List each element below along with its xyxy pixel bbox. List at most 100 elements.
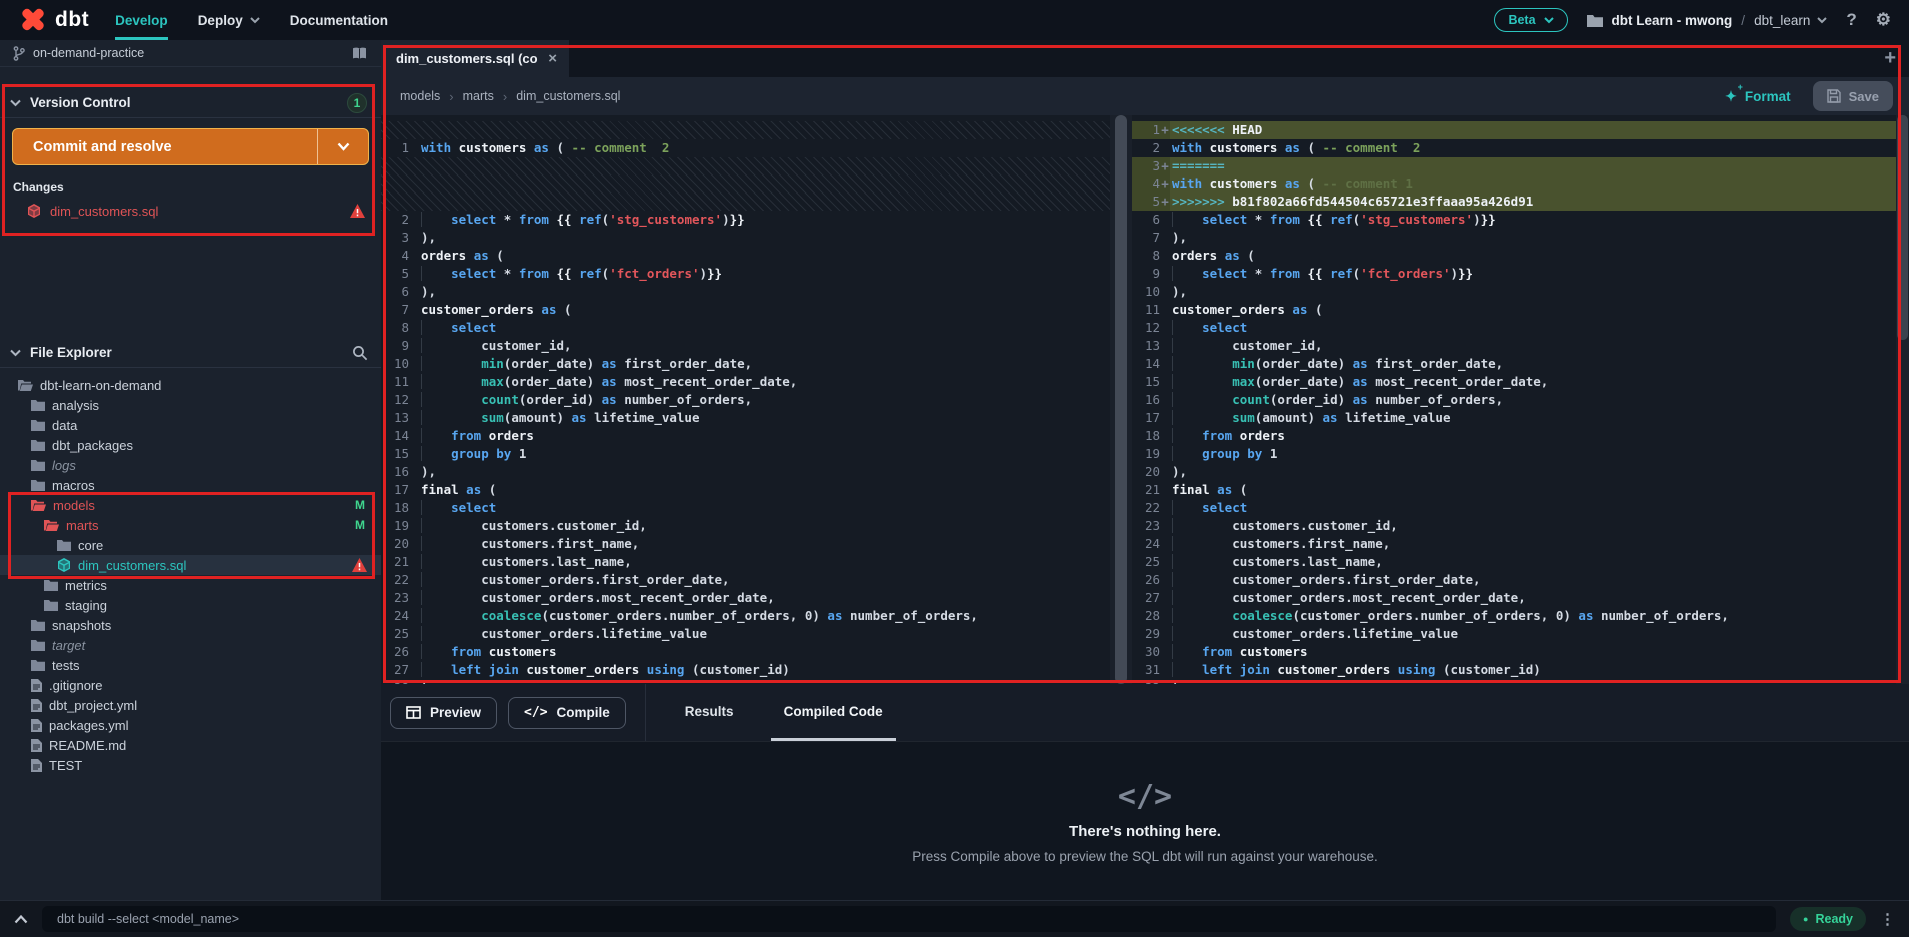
code-line[interactable]: 24 coalesce(customer_orders.number_of_or…: [381, 607, 1110, 625]
code-line[interactable]: 19 group by 1: [1132, 445, 1896, 463]
code-line[interactable]: 4 orders as (: [381, 247, 1110, 265]
code-line[interactable]: 16 count(order_id) as number_of_orders,: [1132, 391, 1896, 409]
code-line[interactable]: 11 customer_orders as (: [1132, 301, 1896, 319]
code-line[interactable]: 2 with customers as ( -- comment 2: [1132, 139, 1896, 157]
code-line[interactable]: 1 + <<<<<<< HEAD: [1132, 121, 1896, 139]
code-line[interactable]: 11 max(order_date) as most_recent_order_…: [381, 373, 1110, 391]
code-spacer[interactable]: [381, 193, 1110, 211]
code-line[interactable]: 14 from orders: [381, 427, 1110, 445]
tree-item-TEST[interactable]: TEST: [0, 755, 381, 775]
tree-item-marts[interactable]: marts M: [0, 515, 381, 535]
tree-item-staging[interactable]: staging: [0, 595, 381, 615]
tree-item-packages.yml[interactable]: packages.yml: [0, 715, 381, 735]
tree-item-tests[interactable]: tests: [0, 655, 381, 675]
docs-book-icon[interactable]: [351, 47, 368, 60]
tree-item-dbt_packages[interactable]: dbt_packages: [0, 435, 381, 455]
close-icon[interactable]: ×: [548, 50, 557, 67]
code-line[interactable]: 9 select * from {{ ref('fct_orders')}}: [1132, 265, 1896, 283]
code-line[interactable]: 28 coalesce(customer_orders.number_of_or…: [1132, 607, 1896, 625]
beta-dropdown[interactable]: Beta: [1494, 8, 1568, 32]
code-line[interactable]: 3 + =======: [1132, 157, 1896, 175]
preview-button[interactable]: Preview: [390, 696, 498, 729]
code-line[interactable]: 13 customer_id,: [1132, 337, 1896, 355]
commit-options-chevron[interactable]: [318, 129, 368, 164]
code-line[interactable]: 27 customer_orders.most_recent_order_dat…: [1132, 589, 1896, 607]
version-control-header[interactable]: Version Control 1: [0, 88, 381, 118]
save-button[interactable]: Save: [1812, 81, 1893, 111]
code-line[interactable]: 28): [381, 679, 1110, 684]
code-line[interactable]: 4 + with customers as ( -- comment 1: [1132, 175, 1896, 193]
tree-item-macros[interactable]: macros: [0, 475, 381, 495]
ready-status-badge[interactable]: ● Ready: [1790, 907, 1866, 931]
code-line[interactable]: 21 customers.last_name,: [381, 553, 1110, 571]
code-line[interactable]: 27 left join customer_orders using (cust…: [381, 661, 1110, 679]
code-line[interactable]: 3),: [381, 229, 1110, 247]
nav-item-develop[interactable]: Develop: [115, 0, 168, 40]
editor-vertical-scrollbar[interactable]: [1896, 115, 1909, 684]
branch-row[interactable]: on-demand-practice: [0, 40, 381, 67]
code-line[interactable]: 29 customer_orders.lifetime_value: [1132, 625, 1896, 643]
code-line[interactable]: 6),: [381, 283, 1110, 301]
code-line[interactable]: 19 customers.customer_id,: [381, 517, 1110, 535]
editor-tab-dim-customers[interactable]: dim_customers.sql (confli... ×: [381, 40, 569, 77]
format-button[interactable]: ✦ Format: [1725, 82, 1791, 105]
nav-item-documentation[interactable]: Documentation: [290, 0, 388, 40]
code-line[interactable]: 2 select * from {{ ref('stg_customers')}…: [381, 211, 1110, 229]
code-line[interactable]: 13 sum(amount) as lifetime_value: [381, 409, 1110, 427]
code-line[interactable]: 26 customer_orders.first_order_date,: [1132, 571, 1896, 589]
breadcrumb-item[interactable]: dim_customers.sql: [516, 89, 620, 103]
code-line[interactable]: 26 from customers: [381, 643, 1110, 661]
code-line[interactable]: 23 customer_orders.most_recent_order_dat…: [381, 589, 1110, 607]
code-line[interactable]: 17 final as (: [381, 481, 1110, 499]
tree-item-README.md[interactable]: README.md: [0, 735, 381, 755]
code-line[interactable]: 12 count(order_id) as number_of_orders,: [381, 391, 1110, 409]
code-line[interactable]: 30 from customers: [1132, 643, 1896, 661]
code-line[interactable]: 18 from orders: [1132, 427, 1896, 445]
code-line[interactable]: 12 select: [1132, 319, 1896, 337]
environment-selector[interactable]: dbt_learn: [1754, 13, 1828, 28]
code-line[interactable]: 7 customer_orders as (: [381, 301, 1110, 319]
code-line[interactable]: 6 select * from {{ ref('stg_customers')}…: [1132, 211, 1896, 229]
code-line[interactable]: 14 min(order_date) as first_order_date,: [1132, 355, 1896, 373]
help-icon[interactable]: ?: [1846, 10, 1856, 30]
code-line[interactable]: 24 customers.first_name,: [1132, 535, 1896, 553]
commit-and-resolve-button[interactable]: Commit and resolve: [12, 128, 369, 165]
scrollbar-handle[interactable]: [1115, 115, 1127, 684]
tree-item-core[interactable]: core: [0, 535, 381, 555]
tree-item-data[interactable]: data: [0, 415, 381, 435]
scrollbar-handle[interactable]: [1897, 115, 1908, 340]
chevron-up-icon[interactable]: [14, 914, 28, 924]
code-line[interactable]: 5 select * from {{ ref('fct_orders')}}: [381, 265, 1110, 283]
new-tab-plus-icon[interactable]: +: [1884, 47, 1896, 70]
code-spacer[interactable]: [381, 157, 1110, 175]
code-line[interactable]: 8 select: [381, 319, 1110, 337]
nav-item-deploy[interactable]: Deploy: [198, 0, 260, 40]
code-line[interactable]: 31 left join customer_orders using (cust…: [1132, 661, 1896, 679]
editor-pane-right[interactable]: 1 + <<<<<<< HEAD 2 with customers as ( -- co…: [1132, 115, 1896, 684]
pane-divider-scrollbar[interactable]: [1110, 115, 1132, 684]
project-selector[interactable]: dbt Learn - mwong / dbt_learn: [1586, 13, 1828, 28]
code-line[interactable]: 20),: [1132, 463, 1896, 481]
code-line[interactable]: 20 customers.first_name,: [381, 535, 1110, 553]
tree-item-models[interactable]: models M: [0, 495, 381, 515]
dbt-logo-icon[interactable]: [18, 6, 48, 34]
tree-item-dbt-learn-on-demand[interactable]: dbt-learn-on-demand: [0, 375, 381, 395]
tree-item-snapshots[interactable]: snapshots: [0, 615, 381, 635]
code-line[interactable]: 23 customers.customer_id,: [1132, 517, 1896, 535]
editor-pane-left[interactable]: 1 with customers as ( -- comment 2 2 selec…: [381, 115, 1110, 684]
kebab-menu-icon[interactable]: ⋮: [1880, 910, 1895, 928]
code-line[interactable]: 10 min(order_date) as first_order_date,: [381, 355, 1110, 373]
command-input[interactable]: dbt build --select <model_name>: [42, 906, 1777, 932]
code-line[interactable]: 15 max(order_date) as most_recent_order_…: [1132, 373, 1896, 391]
code-line[interactable]: 22 customer_orders.first_order_date,: [381, 571, 1110, 589]
code-line[interactable]: 5 + >>>>>>> b81f802a66fd544504c65721e3ffaa…: [1132, 193, 1896, 211]
code-line[interactable]: 22 select: [1132, 499, 1896, 517]
file-explorer-header[interactable]: File Explorer: [0, 338, 381, 368]
code-line[interactable]: 8 orders as (: [1132, 247, 1896, 265]
tree-item-dbt_project.yml[interactable]: dbt_project.yml: [0, 695, 381, 715]
code-line[interactable]: 7),: [1132, 229, 1896, 247]
changed-file-row[interactable]: dim_customers.sql: [0, 198, 381, 224]
gear-icon[interactable]: ⚙: [1876, 10, 1891, 30]
tab-results[interactable]: Results: [672, 684, 747, 741]
tree-item-analysis[interactable]: analysis: [0, 395, 381, 415]
